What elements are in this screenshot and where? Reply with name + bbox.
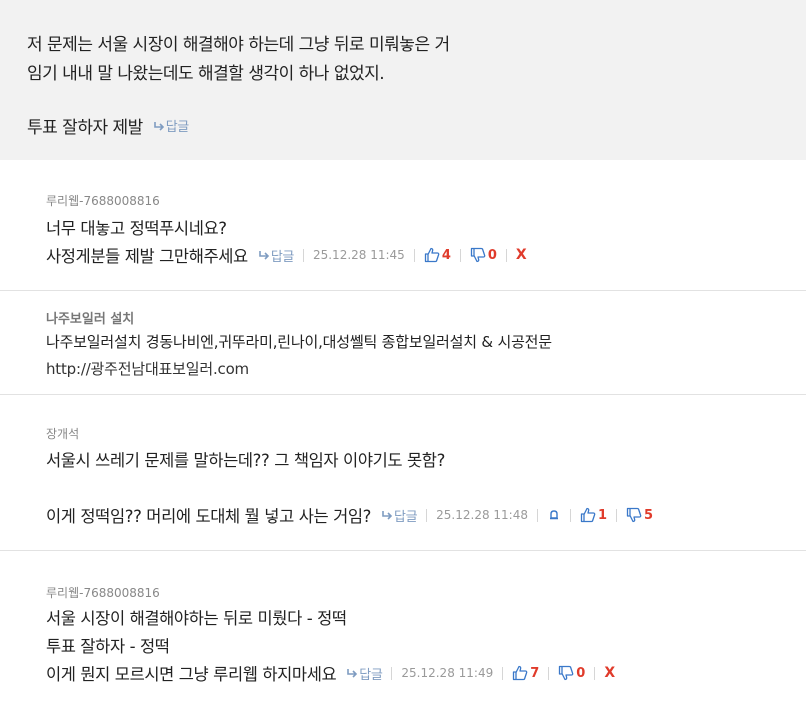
report-button[interactable] xyxy=(547,508,561,522)
thumbs-down-icon xyxy=(470,247,486,263)
divider xyxy=(505,248,507,262)
comment-text-line: 사정게분들 제발 그만해주세요 xyxy=(46,247,248,266)
reply-button[interactable]: 답글 xyxy=(346,664,383,683)
comment-timestamp: 25.12.28 11:49 xyxy=(401,666,494,680)
downvote-count: 0 xyxy=(487,247,497,263)
divider xyxy=(391,666,393,680)
bell-report-icon xyxy=(550,510,558,520)
upvote-button[interactable]: 7 xyxy=(512,665,539,681)
reply-arrow-icon xyxy=(382,511,393,520)
comment-timestamp: 25.12.28 11:45 xyxy=(312,248,405,262)
downvote-count: 5 xyxy=(644,507,654,523)
reply-button[interactable]: 답글 xyxy=(381,506,418,525)
delete-button[interactable]: X xyxy=(604,665,615,681)
upvote-count: 1 xyxy=(598,507,608,523)
downvote-count: 0 xyxy=(576,665,586,681)
comment-text-line: 이게 뭔지 모르시면 그냥 루리웹 하지마세요 xyxy=(46,665,337,684)
comment-meta: 답글 25.12.28 11:45 4 0 X xyxy=(256,246,527,265)
comment-text-line: 이게 정떡임?? 머리에 도대체 뭘 넣고 사는 거임? xyxy=(46,507,372,526)
divider xyxy=(616,508,618,522)
divider xyxy=(570,508,571,522)
comment-last-line: 이게 정떡임?? 머리에 도대체 뭘 넣고 사는 거임? 답글 25.12.28… xyxy=(46,503,653,527)
thumbs-up-icon xyxy=(424,247,440,263)
comment-timestamp: 25.12.28 11:48 xyxy=(436,508,528,522)
comment-text-line: 투표 잘하자 - 정떡 xyxy=(46,637,170,656)
post-line-3: 투표 잘하자 제발 답글 xyxy=(27,113,189,138)
upvote-count: 7 xyxy=(530,665,540,681)
ad-link[interactable]: http://광주전남대표보일러.com xyxy=(46,358,249,379)
comment-text-line: 서울 시장이 해결해야하는 뒤로 미뤘다 - 정떡 xyxy=(46,609,347,628)
reply-label: 답글 xyxy=(359,667,383,683)
post-line-2: 임기 내내 말 나왔는데도 해결할 생각이 하나 없었지. xyxy=(27,64,385,84)
comment-text-line: 서울시 쓰레기 문제를 말하는데?? 그 책임자 이야기도 못함? xyxy=(46,451,445,470)
comment-author[interactable]: 루리웹-7688008816 xyxy=(46,192,160,209)
thumbs-down-icon xyxy=(626,507,642,523)
divider xyxy=(426,508,428,522)
divider xyxy=(548,666,550,680)
reply-label: 답글 xyxy=(394,509,418,525)
comment-author[interactable]: 나주보일러 설치 xyxy=(46,308,134,327)
divider xyxy=(502,666,504,680)
parent-post: 저 문제는 서울 시장이 해결해야 하는데 그냥 뒤로 미뤄놓은 거 임기 내내… xyxy=(0,0,806,160)
comment-text-line: 나주보일러설치 경동나비엔,귀뚜라미,린나이,대성쎌틱 종합보일러설치 & 시공… xyxy=(46,333,552,351)
comment-text-line: 너무 대놓고 정떡푸시네요? xyxy=(46,219,227,238)
comment-item: 나주보일러 설치 나주보일러설치 경동나비엔,귀뚜라미,린나이,대성쎌틱 종합보… xyxy=(0,291,806,395)
comment-meta: 답글 25.12.28 11:49 7 0 X xyxy=(344,664,615,683)
comment-last-line: 사정게분들 제발 그만해주세요 답글 25.12.28 11:45 4 0 X xyxy=(46,243,527,267)
divider xyxy=(413,248,415,262)
upvote-count: 4 xyxy=(441,247,451,263)
comment-author[interactable]: 루리웹-7688008816 xyxy=(46,584,160,601)
reply-arrow-icon xyxy=(347,669,358,678)
post-line-3-text: 투표 잘하자 제발 xyxy=(27,118,143,138)
comment-item: 장개석 서울시 쓰레기 문제를 말하는데?? 그 책임자 이야기도 못함? 이게… xyxy=(0,395,806,551)
reply-arrow-icon xyxy=(153,121,164,131)
downvote-button[interactable]: 0 xyxy=(470,247,497,263)
reply-button[interactable]: 답글 xyxy=(153,116,189,135)
downvote-button[interactable]: 0 xyxy=(558,665,585,681)
thumbs-up-icon xyxy=(580,507,596,523)
reply-label: 답글 xyxy=(270,249,295,265)
comment-meta: 답글 25.12.28 11:48 1 5 xyxy=(379,506,653,525)
divider xyxy=(537,508,538,522)
thumbs-up-icon xyxy=(513,665,528,681)
comment-author[interactable]: 장개석 xyxy=(46,425,79,442)
reply-arrow-icon xyxy=(259,251,269,260)
upvote-button[interactable]: 4 xyxy=(424,247,451,263)
comment-last-line: 이게 뭔지 모르시면 그냥 루리웹 하지마세요 답글 25.12.28 11:4… xyxy=(46,661,615,685)
post-line-1: 저 문제는 서울 시장이 해결해야 하는데 그냥 뒤로 미뤄놓은 거 xyxy=(27,35,450,55)
divider xyxy=(594,666,596,680)
downvote-button[interactable]: 5 xyxy=(626,507,653,523)
divider xyxy=(459,248,461,262)
upvote-button[interactable]: 1 xyxy=(580,507,607,523)
comment-item: 루리웹-7688008816 너무 대놓고 정떡푸시네요? 사정게분들 제발 그… xyxy=(0,160,806,291)
thumbs-down-icon xyxy=(559,665,574,681)
delete-button[interactable]: X xyxy=(516,247,527,263)
reply-label: 답글 xyxy=(165,120,189,135)
comment-item: 루리웹-7688008816 서울 시장이 해결해야하는 뒤로 미뤘다 - 정떡… xyxy=(0,551,806,712)
divider xyxy=(302,248,304,262)
reply-button[interactable]: 답글 xyxy=(258,246,294,265)
